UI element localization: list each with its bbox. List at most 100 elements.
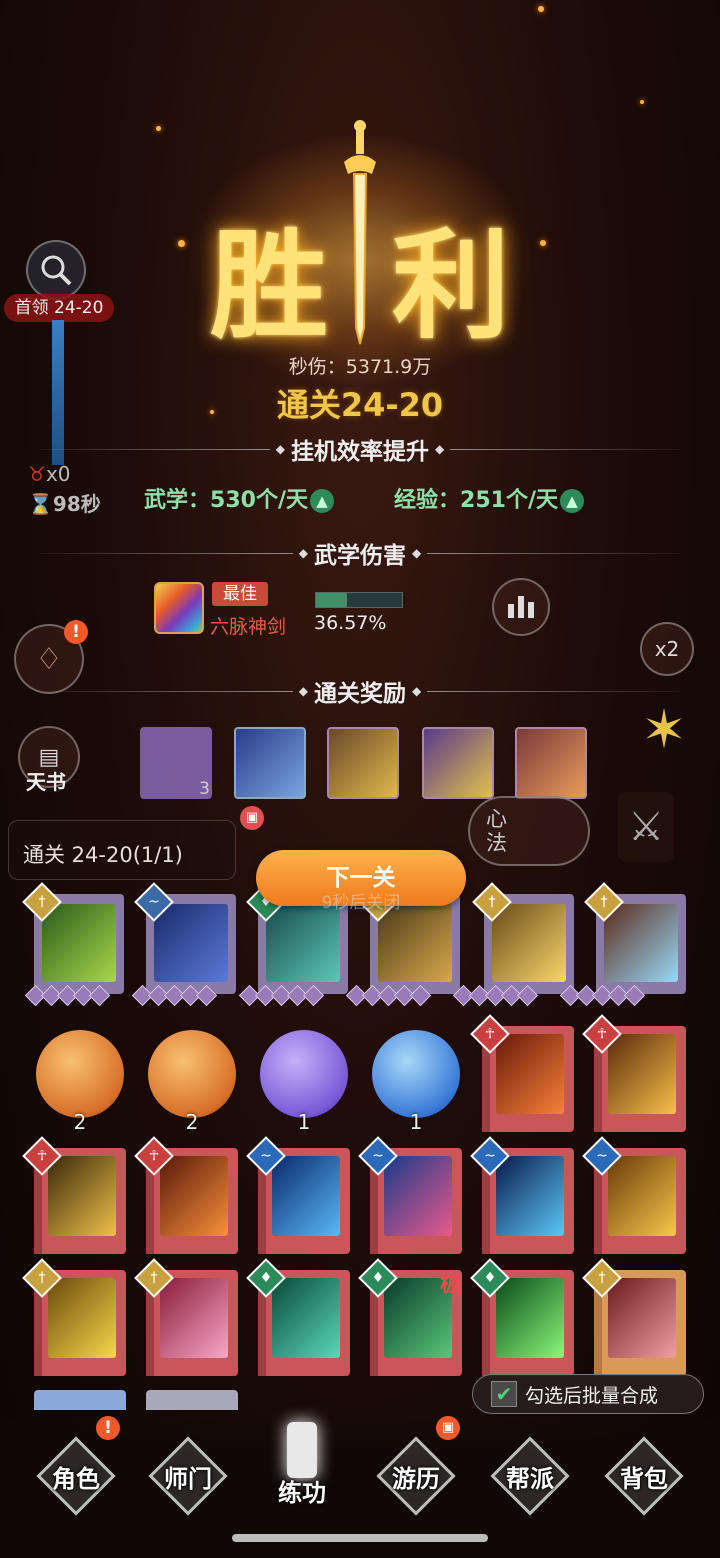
- martial-efficiency-label: 武学：: [144, 488, 211, 513]
- martial-skill-icon[interactable]: [154, 582, 204, 634]
- boss-portrait[interactable]: [26, 240, 86, 300]
- skill-book[interactable]: ♦: [470, 1258, 574, 1376]
- sword-icon: [344, 120, 376, 345]
- reward-item[interactable]: [234, 727, 306, 799]
- section-clear-reward: ◆ 通关奖励 ◆: [40, 676, 680, 707]
- victory-title-right: 利: [392, 217, 511, 355]
- skill-book[interactable]: ♦ 极: [358, 1258, 462, 1376]
- victory-title-left: 胜: [210, 217, 329, 355]
- ember: [540, 240, 546, 246]
- speed-multiplier: x2: [654, 637, 680, 661]
- orb-count: 1: [297, 1110, 311, 1134]
- pouch-alert-badge: !: [64, 620, 88, 644]
- skill-card[interactable]: †: [472, 882, 574, 994]
- damage-share-bar: [315, 592, 403, 608]
- skill-card[interactable]: ~: [134, 882, 236, 994]
- orb-count: 1: [409, 1110, 423, 1134]
- wave-timer-value: 98秒: [52, 492, 101, 516]
- martial-skill-name: 六脉神剑: [210, 616, 287, 638]
- ember: [178, 240, 185, 247]
- skill-book[interactable]: ☥: [582, 1014, 686, 1132]
- section-idle-efficiency-title: 挂机效率提升: [291, 439, 429, 465]
- exp-efficiency-label: 经验：: [394, 488, 461, 513]
- dps-value: 5371.9万: [345, 356, 432, 378]
- training-post-icon: [287, 1422, 317, 1478]
- stage-progress-row: 通关 24-20(1/1): [8, 820, 236, 880]
- demon-count: ♉x0: [28, 462, 71, 486]
- tianshu-label: 天书: [26, 770, 66, 794]
- up-arrow-icon: ▲: [559, 489, 584, 513]
- nav-bag-label: 背包: [620, 1464, 668, 1493]
- nav-training-label: 练功: [278, 1478, 326, 1507]
- skill-book[interactable]: †: [582, 1258, 686, 1376]
- damage-stats-button[interactable]: [492, 578, 550, 636]
- section-martial-damage-title: 武学伤害: [314, 543, 406, 569]
- exp-efficiency-value: 251个/天: [460, 488, 558, 513]
- ember: [640, 100, 644, 104]
- star-icon[interactable]: ✶: [634, 700, 694, 760]
- skill-book[interactable]: †: [22, 1258, 126, 1376]
- section-martial-damage: ◆ 武学伤害 ◆: [40, 538, 680, 569]
- martial-efficiency: 武学：530个/天 ▲: [144, 482, 334, 514]
- nav-guild[interactable]: 帮派: [482, 1432, 578, 1520]
- character-alert-badge: !: [96, 1416, 120, 1440]
- home-indicator: [232, 1534, 488, 1542]
- speed-button[interactable]: x2: [640, 622, 694, 676]
- nav-bag[interactable]: 背包: [596, 1432, 692, 1520]
- reward-item[interactable]: [327, 727, 399, 799]
- hourglass-icon: ⌛: [28, 492, 53, 516]
- nav-character-label: 角色: [52, 1464, 100, 1493]
- orb-count: 2: [73, 1110, 87, 1134]
- reward-item[interactable]: [515, 727, 587, 799]
- nav-guild-label: 帮派: [506, 1464, 554, 1493]
- wave-timer: ⌛98秒: [28, 488, 101, 517]
- skill-book[interactable]: ~: [358, 1136, 462, 1254]
- ember: [156, 126, 161, 131]
- skill-card[interactable]: †: [584, 882, 686, 994]
- orb-item[interactable]: 1: [372, 1030, 460, 1134]
- pouch-icon: ♢: [35, 641, 63, 677]
- skill-book-partial[interactable]: [146, 1390, 238, 1410]
- boss-icon: [41, 255, 72, 286]
- skill-card[interactable]: †: [22, 882, 124, 994]
- dps-label: 秒伤：: [288, 356, 346, 378]
- boss-stage-pill: 首领 24-20: [4, 294, 114, 322]
- nav-travel[interactable]: 游历: [368, 1432, 464, 1520]
- skill-book[interactable]: ☥: [470, 1014, 574, 1132]
- nav-travel-label: 游历: [392, 1464, 440, 1493]
- batch-merge-label: 勾选后批量合成: [525, 1384, 659, 1407]
- nav-character[interactable]: 角色: [28, 1432, 124, 1520]
- orb-item[interactable]: 2: [36, 1030, 124, 1134]
- bar-chart-icon: [508, 596, 534, 618]
- up-arrow-icon: ▲: [309, 489, 334, 513]
- skill-book[interactable]: ☥: [134, 1136, 238, 1254]
- best-tag: 最佳: [212, 582, 268, 606]
- checkbox-checked-icon[interactable]: ✔: [491, 1381, 517, 1407]
- orb-item[interactable]: 1: [260, 1030, 348, 1134]
- batch-merge-toggle[interactable]: ✔ 勾选后批量合成: [472, 1374, 704, 1414]
- reward-item[interactable]: 3: [140, 727, 212, 799]
- skill-book-partial[interactable]: [34, 1390, 126, 1410]
- nav-sect[interactable]: 师门: [140, 1432, 236, 1520]
- gem-row: [24, 984, 708, 1007]
- camera-badge: ▣: [240, 806, 264, 830]
- skill-book[interactable]: ♦: [246, 1258, 350, 1376]
- skill-book[interactable]: ~: [246, 1136, 350, 1254]
- skill-book[interactable]: ~: [470, 1136, 574, 1254]
- xinfa-button[interactable]: 心法: [468, 796, 590, 866]
- skill-book[interactable]: ~: [582, 1136, 686, 1254]
- skill-book[interactable]: ☥: [22, 1136, 126, 1254]
- extreme-tag: 极: [440, 1272, 460, 1296]
- section-clear-reward-title: 通关奖励: [314, 681, 406, 707]
- ember: [538, 6, 544, 12]
- exp-efficiency: 经验：251个/天 ▲: [394, 482, 584, 514]
- auto-close-hint: 9秒后关闭: [321, 893, 401, 913]
- nav-sect-label: 师门: [164, 1464, 212, 1493]
- reward-item[interactable]: [422, 727, 494, 799]
- demon-count-value: x0: [45, 462, 71, 486]
- orb-item[interactable]: 2: [148, 1030, 236, 1134]
- clear-stage-title: 通关24-20: [276, 386, 444, 424]
- skill-book[interactable]: †: [134, 1258, 238, 1376]
- dagger-icon[interactable]: ⚔: [618, 792, 674, 862]
- nav-training[interactable]: 练功: [254, 1422, 350, 1510]
